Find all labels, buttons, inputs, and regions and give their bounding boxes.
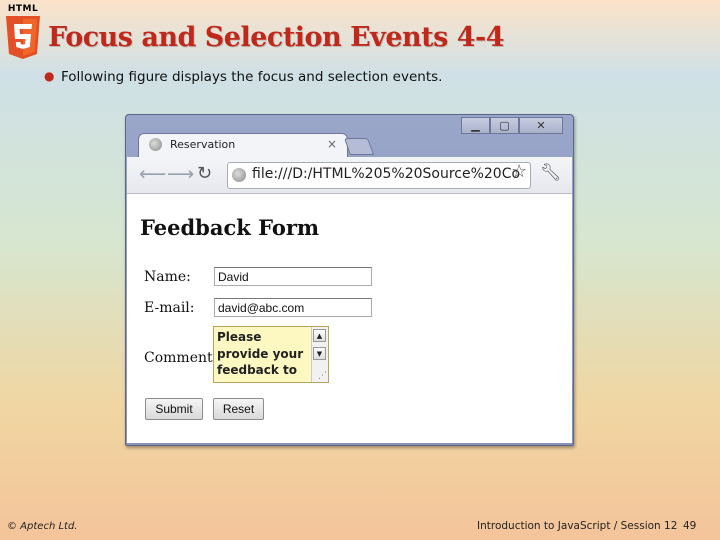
- page-icon: [232, 168, 246, 182]
- email-label: E-mail:: [144, 300, 195, 316]
- url-text[interactable]: file:///D:/HTML%205%20Source%20Co: [252, 166, 520, 182]
- form-title: Feedback Form: [140, 215, 320, 240]
- scroll-down-icon[interactable]: ▼: [313, 347, 326, 360]
- bullet-dot-icon: ●: [44, 69, 55, 83]
- wrench-icon[interactable]: 🔧︎: [540, 163, 562, 183]
- reset-button[interactable]: Reset: [213, 398, 264, 420]
- reload-icon[interactable]: ↻: [197, 163, 212, 184]
- minimize-button[interactable]: ▁: [461, 117, 490, 134]
- tab-reservation[interactable]: Reservation ×: [138, 133, 348, 158]
- window-controls: ▁ ▢ ✕: [461, 117, 563, 134]
- scroll-up-icon[interactable]: ▲: [313, 329, 326, 342]
- page-content: Feedback Form Name: David E-mail: david@…: [127, 194, 572, 443]
- name-input[interactable]: David: [214, 267, 372, 286]
- maximize-button[interactable]: ▢: [490, 117, 519, 134]
- page-icon: [149, 138, 162, 151]
- star-icon[interactable]: ☆: [511, 161, 527, 182]
- tab-close-icon[interactable]: ×: [327, 137, 337, 151]
- footer-course: Introduction to JavaScript / Session 12: [477, 520, 678, 532]
- html5-shield-icon: [6, 16, 40, 59]
- bullet-text: Following figure displays the focus and …: [61, 69, 443, 85]
- slide-title: Focus and Selection Events 4-4: [48, 22, 505, 53]
- address-bar[interactable]: file:///D:/HTML%205%20Source%20Co: [227, 162, 531, 189]
- tab-title: Reservation: [170, 138, 236, 151]
- page-number: 49: [683, 520, 697, 532]
- close-window-button[interactable]: ✕: [519, 117, 563, 134]
- submit-button[interactable]: Submit: [145, 398, 203, 420]
- html5-logo-text: HTML: [7, 4, 39, 14]
- footer-copyright: © Aptech Ltd.: [7, 521, 78, 532]
- comment-label: Comment:: [144, 350, 218, 366]
- forward-arrow-icon[interactable]: ⟶: [167, 163, 194, 185]
- comment-textarea[interactable]: Please provide your feedback to ▲ ▼ ⋰: [213, 326, 329, 383]
- name-label: Name:: [144, 269, 191, 285]
- browser-toolbar: ⟵ ⟶ ↻ file:///D:/HTML%205%20Source%20Co …: [127, 157, 572, 194]
- resize-grip-icon[interactable]: ⋰: [318, 371, 327, 381]
- new-tab-button[interactable]: [343, 138, 375, 155]
- browser-window: ▁ ▢ ✕ Reservation × ⟵ ⟶ ↻ file:///D:/HTM…: [125, 114, 574, 446]
- email-input[interactable]: david@abc.com: [214, 298, 372, 317]
- back-arrow-icon[interactable]: ⟵: [139, 163, 166, 185]
- html5-logo: HTML: [4, 4, 42, 60]
- comment-text[interactable]: Please provide your feedback to: [217, 329, 309, 379]
